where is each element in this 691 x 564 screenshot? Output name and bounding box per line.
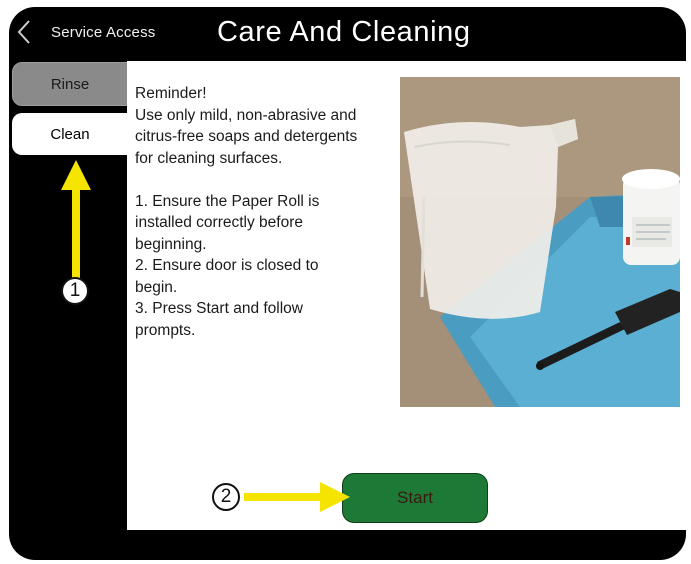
instruction-line: citrus-free soaps and detergents [135,128,358,145]
tab-clean-label: Clean [50,125,90,143]
instruction-line: 3. Press Start and follow [135,300,303,317]
callout-1-number: 1 [69,280,81,301]
instruction-spacer [135,169,390,191]
callout-1: 1 [61,277,89,305]
callout-2: 2 [212,483,240,511]
instruction-line: 2. Ensure door is closed to [135,257,319,274]
tab-rinse-label: Rinse [50,75,90,93]
tab-rinse[interactable]: Rinse [12,62,128,106]
back-button-label[interactable]: Service Access [51,24,156,41]
arrow-up-icon [61,160,91,280]
instruction-line: Reminder! [135,85,207,102]
arrow-right-icon [244,482,350,512]
instruction-line: beginning. [135,235,207,253]
instructions-text: Reminder! Use only mild, non-abrasive an… [135,83,390,341]
instruction-line: installed correctly before [135,214,303,231]
start-button-label: Start [397,488,433,507]
content-panel: Reminder! Use only mild, non-abrasive an… [127,61,686,530]
tab-clean[interactable]: Clean [12,113,128,155]
instruction-line: prompts. [135,321,196,339]
instruction-line: Use only mild, non-abrasive and [135,106,357,124]
instruction-line: 1. Ensure the Paper Roll is [135,192,320,210]
instruction-line: for cleaning surfaces. [135,149,283,167]
device-screen: Service Access Care And Cleaning Rinse C… [9,7,686,560]
page-title: Care And Cleaning [217,16,471,48]
cleaning-supplies-photo [400,77,680,407]
callout-2-number: 2 [220,486,232,507]
chevron-left-icon[interactable] [17,19,31,45]
start-button[interactable]: Start [342,473,488,523]
instruction-line: begin. [135,278,178,296]
